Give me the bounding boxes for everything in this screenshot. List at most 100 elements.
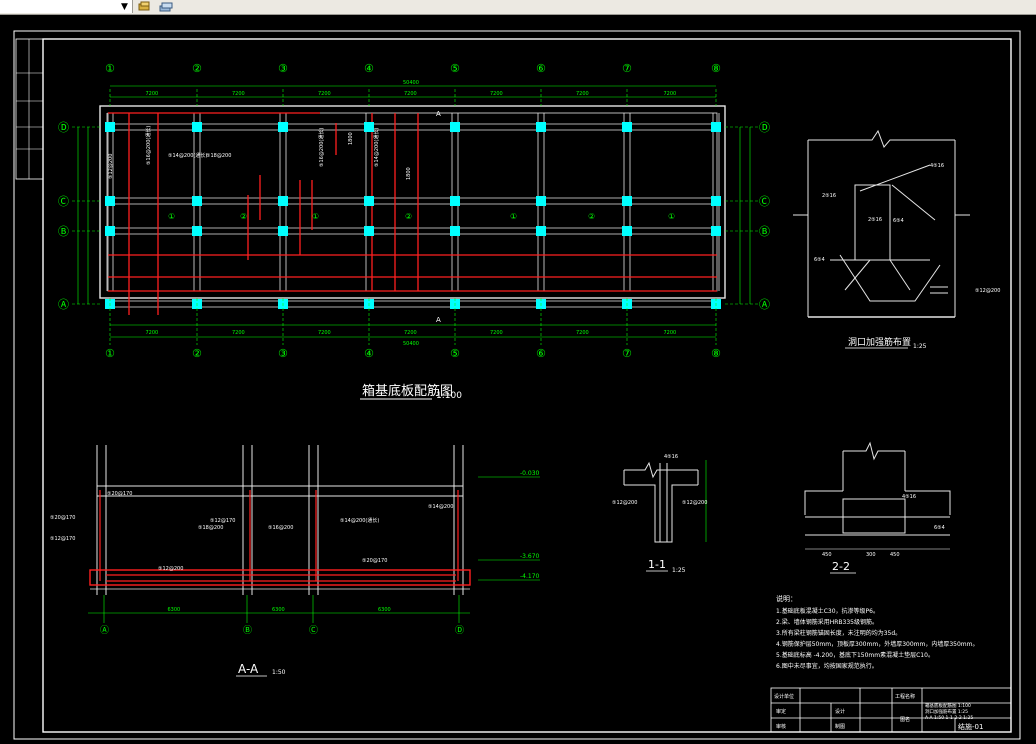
- section-aa-title: A-A: [238, 662, 259, 676]
- plan-axis-label-right: Ⓓ: [759, 121, 770, 134]
- plan-column: [711, 196, 721, 206]
- section-rebar-label: ⑤14@200(通长): [340, 517, 379, 524]
- titleblock-label: 设计单位: [774, 693, 794, 700]
- note-line: 5.基础底标高 -4.200，基底下150mm素混凝土垫层C10。: [776, 651, 934, 659]
- plan-axis-label-left: Ⓑ: [58, 225, 69, 238]
- plan-panel-mark: ①: [168, 212, 175, 221]
- titleblock-label: 工程名称: [895, 693, 915, 700]
- plan-column: [364, 122, 374, 132]
- plan-column: [450, 226, 460, 236]
- plan-axis-label-top: ①: [105, 62, 115, 75]
- plan-scale: 1:100: [436, 391, 462, 401]
- plan-column: [278, 196, 288, 206]
- plan-panel-mark: ②: [588, 212, 595, 221]
- detail-2-2-dim: 300: [866, 552, 876, 558]
- plan-dim-text: 7200: [318, 330, 331, 336]
- titleblock-drawing-name: A-A 1:50 1-1 2-2 1:25: [925, 715, 973, 721]
- plan-dim-total: 50400: [403, 80, 419, 86]
- plan-dim-text: 7200: [404, 330, 417, 336]
- plan-dim-text: 7200: [232, 91, 245, 97]
- plan-column: [278, 226, 288, 236]
- plan-column: [711, 226, 721, 236]
- titleblock-drawing-no: 结施-01: [958, 722, 983, 731]
- plan-axis-label-bottom: ⑥: [536, 347, 546, 360]
- titleblock-label: 审定: [776, 708, 786, 715]
- layer-icon[interactable]: [134, 0, 154, 13]
- plan-axis-label-right: Ⓐ: [759, 298, 770, 311]
- layer-combo[interactable]: ▼: [0, 0, 133, 13]
- plan-column: [105, 196, 115, 206]
- section-rebar-label: ⑤18@200: [198, 525, 223, 531]
- plan-column: [105, 122, 115, 132]
- detail-1-1-scale: 1:25: [672, 567, 686, 574]
- section-rebar-label: ⑤14@200: [428, 504, 453, 510]
- plan-axis-label-top: ③: [278, 62, 288, 75]
- plan-panel-mark: ①: [668, 212, 675, 221]
- note-line: 4.钢筋保护层50mm，顶板厚300mm，外墙厚300mm，内墙厚350mm。: [776, 640, 978, 648]
- detail-1-1-label: ⑤12@200: [682, 500, 707, 506]
- opening-detail: [793, 129, 970, 318]
- plan-axis-label-top: ④: [364, 62, 374, 75]
- opening-break-line: [808, 129, 955, 148]
- titleblock-label: 制图: [835, 723, 845, 730]
- plan-column: [192, 226, 202, 236]
- plan-axis-label-bottom: ②: [192, 347, 202, 360]
- section-rebar-label: ⑤12@200: [158, 566, 183, 572]
- plan-column: [711, 122, 721, 132]
- plan-axis-label-bottom: ①: [105, 347, 115, 360]
- opening-detail-scale: 1:25: [913, 343, 927, 350]
- plan-column: [450, 196, 460, 206]
- notes-title: 说明：: [776, 594, 797, 603]
- plan-column: [192, 196, 202, 206]
- plan-column: [622, 122, 632, 132]
- detail-2-2-label: 6⑤4: [934, 525, 945, 531]
- note-line: 3.所有梁柱钢筋锚固长度，未注明的均为35d。: [776, 629, 901, 637]
- detail-2-2-label: 4⑤16: [902, 494, 916, 500]
- plan-rebar-label: ⑤16@200(通长): [318, 128, 325, 167]
- plan-axis-label-bottom: ④: [364, 347, 374, 360]
- plan-axis-label-left: Ⓐ: [58, 298, 69, 311]
- plan-rebar-label: ⑤16@200(通长): [145, 126, 152, 165]
- binding-strip: [15, 38, 44, 180]
- opening-rebar-label: 4⑤16: [930, 163, 944, 169]
- plan-axis-label-top: ⑧: [711, 62, 721, 75]
- plan-rebar-label: ⑤18@200: [206, 153, 231, 159]
- note-line: 2.梁、墙体钢筋采用HRB335级钢筋。: [776, 618, 878, 626]
- plan-column: [105, 226, 115, 236]
- layer-stack-icon[interactable]: [156, 0, 176, 13]
- chevron-down-icon[interactable]: ▼: [118, 0, 131, 13]
- plan-axis-label-top: ②: [192, 62, 202, 75]
- plan-dim-text: 7200: [318, 91, 331, 97]
- plan-column: [536, 122, 546, 132]
- opening-detail-title: 洞口加强筋布置: [848, 336, 911, 348]
- section-base-slab: [89, 569, 471, 586]
- drawing-canvas[interactable]: ① ① ② ② ③ ③ ④ ④ ⑤ ⑤ ⑥ ⑥ ⑦ ⑦ ⑧ ⑧ Ⓓ Ⓓ Ⓒ Ⓒ Ⓑ Ⓑ Ⓐ Ⓐ 7200 7200 7200 720…: [0, 15, 1036, 744]
- plan-dim-text: 7200: [490, 91, 503, 97]
- sheet-border-inner: [42, 38, 1012, 733]
- plan-dim-text: 7200: [404, 91, 417, 97]
- titleblock-drawing-name: 洞口加强筋布置 1:25: [925, 708, 968, 715]
- section-rebar-label: ⑤20@170: [107, 491, 132, 497]
- plan-section-mark: A: [436, 110, 441, 118]
- section-level-label: -4.170: [520, 573, 540, 580]
- cad-toolbar: ▼: [0, 0, 1036, 15]
- titleblock-label: 审核: [776, 723, 786, 730]
- note-line: 6.图中未尽事宜，均按国家规范执行。: [776, 662, 878, 670]
- detail-1-1-title: 1-1: [648, 558, 666, 571]
- opening-rebar-label: 6⑤4: [814, 257, 825, 263]
- section-aa: Ⓐ Ⓑ Ⓒ Ⓓ 6300 6300 6300 ⑤20@170 ⑤20@170 ⑤12@170 ⑤12…: [50, 445, 540, 636]
- titleblock-drawing-name: 箱基底板配筋图 1:100: [925, 702, 971, 709]
- detail-1-1-label: 4⑤16: [664, 454, 678, 460]
- detail-2-2-dim: 450: [890, 552, 900, 558]
- opening-rebar-label: ⑤12@200: [975, 288, 1000, 294]
- plan-dim-text: 7200: [490, 330, 503, 336]
- plan-rebar-label: ⑤14@200(通长): [373, 128, 380, 167]
- opening-rebar-label: 6⑤4: [893, 218, 904, 224]
- section-aa-scale: 1:50: [272, 669, 286, 676]
- foundation-plan: ① ① ② ② ③ ③ ④ ④ ⑤ ⑤ ⑥ ⑥ ⑦ ⑦ ⑧ ⑧ Ⓓ Ⓓ Ⓒ Ⓒ Ⓑ Ⓑ Ⓐ Ⓐ 7200 7200 7200 720…: [58, 62, 770, 360]
- plan-column: [278, 122, 288, 132]
- plan-column: [364, 196, 374, 206]
- plan-panel-mark: ②: [405, 212, 412, 221]
- section-dim-text: 6300: [168, 607, 181, 613]
- section-level-label: -0.030: [520, 470, 540, 477]
